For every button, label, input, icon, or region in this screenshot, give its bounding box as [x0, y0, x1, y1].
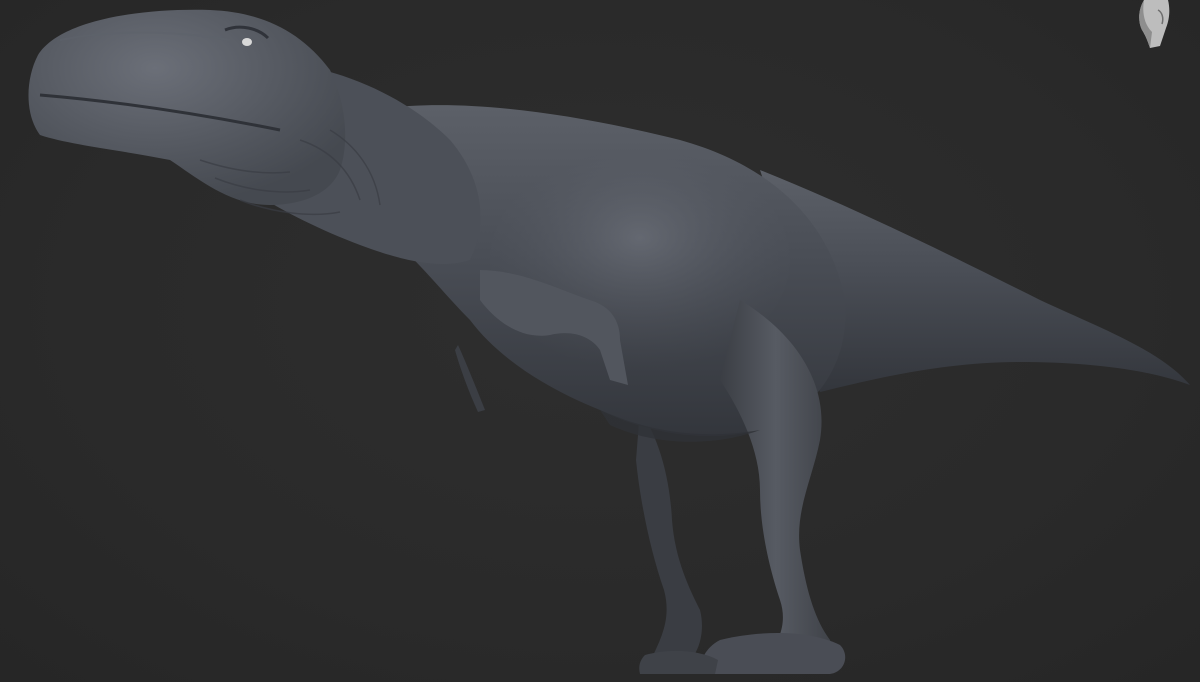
- sculpt-canvas[interactable]: [0, 0, 1200, 682]
- eye: [242, 38, 252, 46]
- head-orientation-icon[interactable]: [1124, 0, 1188, 50]
- near-hind-foot: [700, 633, 846, 674]
- far-hind-leg: [636, 410, 702, 662]
- head: [28, 9, 346, 206]
- 3d-viewport[interactable]: [0, 0, 1200, 682]
- far-forelimb: [455, 345, 485, 412]
